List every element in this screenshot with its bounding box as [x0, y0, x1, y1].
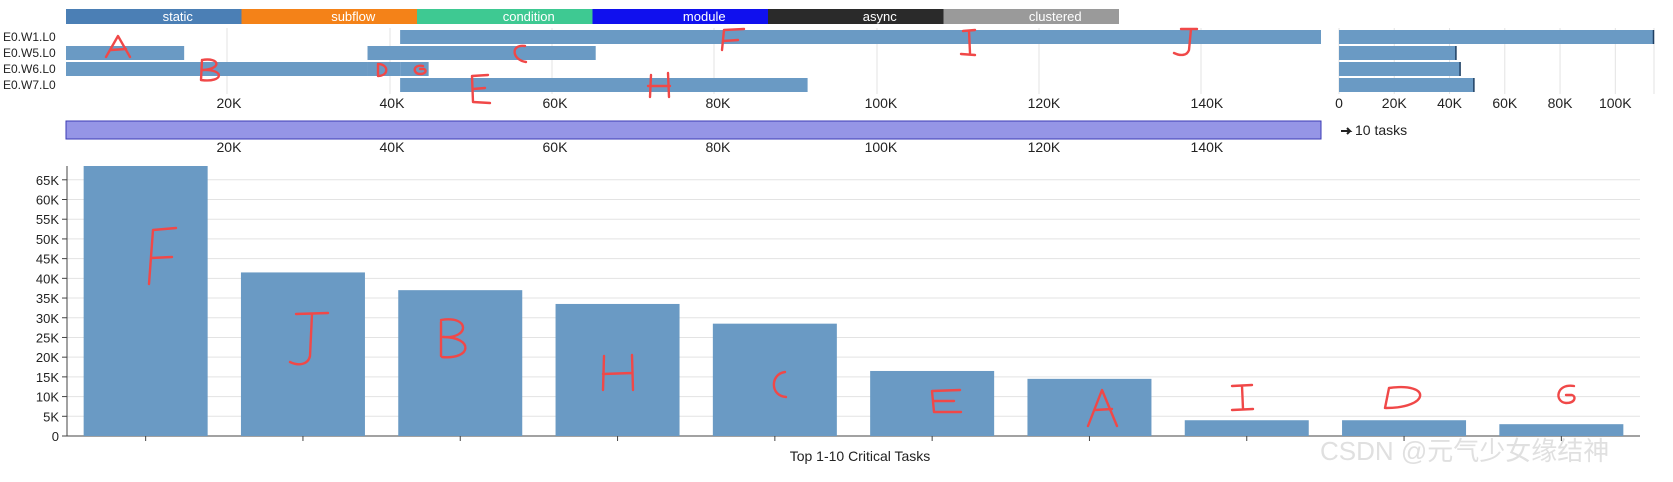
annotation-g-bar	[1557, 384, 1576, 405]
load-bar[interactable]	[1339, 46, 1457, 60]
time-brush[interactable]: 20K 40K 60K 80K 100K 120K 140K 10 tasks	[65, 120, 1407, 155]
load-bar[interactable]	[1339, 62, 1461, 76]
annotation-h	[646, 71, 672, 99]
y-tick-label: 40K	[36, 271, 59, 286]
legend-label[interactable]: condition	[503, 9, 555, 24]
legend-label[interactable]: module	[683, 9, 726, 24]
load-bar[interactable]	[1339, 78, 1475, 92]
brush-count-label: 10 tasks	[1341, 122, 1407, 138]
watermark: CSDN @元气少女缘结神	[1320, 436, 1609, 466]
brush-x-tick: 60K	[543, 139, 569, 155]
timeline-x-tick: 80K	[705, 95, 731, 111]
brush-x-tick: 40K	[380, 139, 406, 155]
timeline-x-tick: 40K	[380, 95, 406, 111]
annotation-d-bar	[1383, 385, 1422, 410]
y-tick-label: 50K	[36, 232, 59, 247]
timeline-x-tick: 120K	[1028, 95, 1061, 111]
load-bar[interactable]	[1339, 30, 1654, 44]
brush-x-tick: 100K	[865, 139, 898, 155]
legend-label[interactable]: static	[163, 9, 194, 24]
brush-x-tick: 80K	[705, 139, 731, 155]
y-tick-label: 60K	[36, 193, 59, 208]
worker-load-chart: 0 20K 40K 60K 80K 100K	[1335, 28, 1655, 111]
legend-swatch-subflow[interactable]	[241, 9, 418, 24]
timeline-x-tick: 60K	[543, 95, 569, 111]
y-tick-label: 15K	[36, 370, 59, 385]
critical-tasks-chart: 05K10K15K20K25K30K35K40K45K50K55K60K65K …	[36, 166, 1640, 464]
y-tick-label: 45K	[36, 252, 59, 267]
y-tick-label: 35K	[36, 291, 59, 306]
timeline-x-tick: 140K	[1191, 95, 1224, 111]
legend-swatch-module[interactable]	[592, 9, 769, 24]
critical-task-bar[interactable]	[83, 166, 208, 436]
critical-task-bar[interactable]	[240, 272, 365, 436]
legend[interactable]: static subflow condition module async cluster…	[66, 9, 1119, 24]
arrow-icon	[1341, 127, 1353, 135]
y-tick-label: 55K	[36, 212, 59, 227]
y-tick-label: 25K	[36, 330, 59, 345]
brush-x-tick: 120K	[1028, 139, 1061, 155]
critical-task-bar[interactable]	[1342, 420, 1467, 436]
lane-label: E0.W6.L0	[3, 62, 56, 76]
load-x-tick: 60K	[1492, 95, 1518, 111]
y-tick-label: 0	[52, 429, 59, 444]
annotation-i-bar	[1230, 383, 1255, 412]
legend-swatch-static[interactable]	[66, 9, 242, 24]
timeline-x-tick: 100K	[865, 95, 898, 111]
load-x-tick: 100K	[1599, 95, 1632, 111]
load-x-tick: 80K	[1548, 95, 1574, 111]
lane-label: E0.W7.L0	[3, 78, 56, 92]
timeline-task-bar[interactable]	[400, 30, 1321, 44]
lane-label: E0.W5.L0	[3, 46, 56, 60]
legend-label[interactable]: clustered	[1029, 9, 1082, 24]
y-tick-label: 30K	[36, 311, 59, 326]
x-axis-label: Top 1-10 Critical Tasks	[790, 448, 931, 464]
timeline-task-bar[interactable]	[400, 78, 808, 92]
brush-count-text: 10 tasks	[1355, 122, 1407, 138]
load-x-tick: 20K	[1382, 95, 1408, 111]
chart-canvas: static subflow condition module async cluster…	[3, 9, 1655, 466]
timeline-task-bar[interactable]	[367, 46, 596, 60]
critical-task-bar[interactable]	[555, 303, 680, 436]
brush-selection[interactable]	[65, 120, 1322, 140]
load-x-tick: 40K	[1437, 95, 1463, 111]
critical-task-bar[interactable]	[398, 290, 523, 436]
brush-x-tick: 20K	[217, 139, 243, 155]
load-x-tick: 0	[1335, 95, 1343, 111]
critical-task-bar[interactable]	[1184, 420, 1309, 436]
legend-label[interactable]: async	[863, 9, 897, 24]
y-tick-label: 65K	[36, 173, 59, 188]
timeline-x-tick: 20K	[217, 95, 243, 111]
lane-label: E0.W1.L0	[3, 30, 56, 44]
critical-task-bar[interactable]	[1027, 378, 1152, 436]
y-tick-label: 20K	[36, 350, 59, 365]
y-tick-label: 10K	[36, 390, 59, 405]
legend-swatch-async[interactable]	[768, 9, 944, 24]
legend-label[interactable]: subflow	[331, 9, 376, 24]
y-tick-label: 5K	[43, 409, 59, 424]
brush-x-tick: 140K	[1191, 139, 1224, 155]
critical-task-bar[interactable]	[1499, 424, 1624, 436]
